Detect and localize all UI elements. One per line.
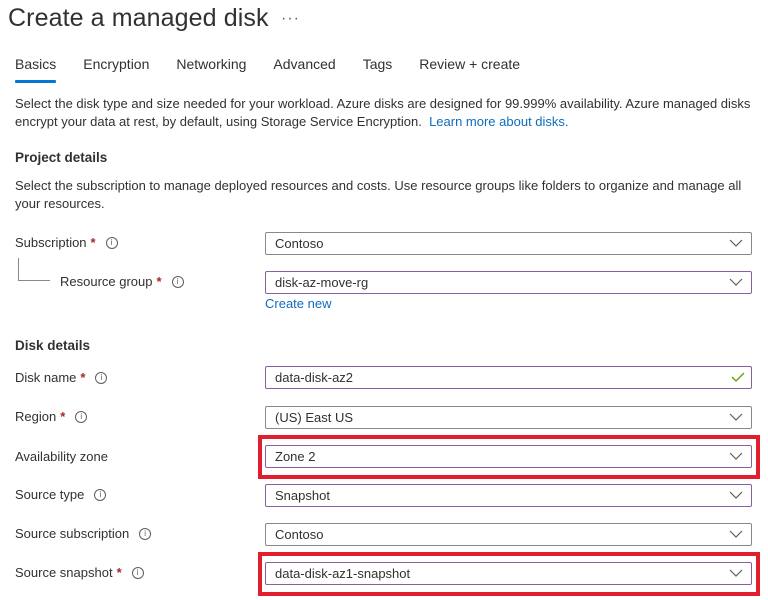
disk-name-value: data-disk-az2 [275,370,354,385]
availability-zone-label-text: Availability zone [15,449,108,464]
disk-name-label: Disk name * i [15,370,108,385]
resource-group-value: disk-az-move-rg [275,275,369,290]
page-title: Create a managed disk [8,4,269,32]
source-type-label-text: Source type [15,487,85,502]
info-icon[interactable]: i [171,275,184,288]
disk-name-input[interactable]: data-disk-az2 [265,366,752,389]
resource-group-dropdown[interactable]: disk-az-move-rg [265,271,752,294]
chevron-down-icon [729,491,743,499]
tab-tags[interactable]: Tags [363,56,393,82]
chevron-down-icon [729,239,743,247]
chevron-down-icon [729,278,743,286]
subscription-label: Subscription * i [15,235,118,250]
resource-group-label-text: Resource group [60,274,153,289]
region-label: Region * i [15,409,88,424]
region-label-text: Region [15,409,57,424]
required-marker: * [90,235,96,250]
required-marker: * [60,409,66,424]
source-type-label: Source type i [15,487,107,502]
create-new-resource-group-link[interactable]: Create new [265,296,331,311]
chevron-down-icon [729,530,743,538]
chevron-down-icon [729,452,743,460]
region-value: (US) East US [275,410,354,425]
subscription-label-text: Subscription [15,235,87,250]
info-icon[interactable]: i [75,410,88,423]
availability-zone-value: Zone 2 [275,449,316,464]
disk-name-label-text: Disk name [15,370,77,385]
tree-connector [18,280,50,281]
tab-networking[interactable]: Networking [176,56,246,82]
source-snapshot-label: Source snapshot * i [15,565,144,580]
tab-encryption[interactable]: Encryption [83,56,149,82]
availability-zone-label: Availability zone [15,449,108,464]
info-icon[interactable]: i [139,527,152,540]
tab-advanced[interactable]: Advanced [273,56,335,82]
required-marker: * [80,370,86,385]
info-icon[interactable]: i [95,371,108,384]
resource-group-label: Resource group * i [60,274,184,289]
subscription-value: Contoso [275,236,324,251]
source-subscription-label: Source subscription i [15,526,152,541]
region-dropdown[interactable]: (US) East US [265,406,752,429]
info-icon[interactable]: i [131,566,144,579]
more-options-button[interactable]: ··· [281,10,300,28]
source-type-value: Snapshot [275,488,330,503]
source-type-dropdown[interactable]: Snapshot [265,484,752,507]
tree-connector [18,258,19,280]
info-icon[interactable]: i [94,488,107,501]
required-marker: * [116,565,122,580]
learn-more-link[interactable]: Learn more about disks. [429,114,568,129]
chevron-down-icon [729,413,743,421]
chevron-down-icon [729,569,743,577]
checkmark-icon [731,372,745,382]
source-snapshot-label-text: Source snapshot [15,565,113,580]
tab-review-create[interactable]: Review + create [419,56,520,82]
source-subscription-dropdown[interactable]: Contoso [265,523,752,546]
source-snapshot-value: data-disk-az1-snapshot [275,566,411,581]
disk-details-heading: Disk details [15,338,91,353]
required-marker: * [156,274,162,289]
project-details-description: Select the subscription to manage deploy… [15,178,742,211]
tab-basics[interactable]: Basics [15,56,57,83]
project-details-heading: Project details [15,150,108,165]
source-subscription-label-text: Source subscription [15,526,130,541]
source-snapshot-dropdown[interactable]: data-disk-az1-snapshot [265,562,752,585]
tab-bar: Basics Encryption Networking Advanced Ta… [15,56,547,83]
intro-text: Select the disk type and size needed for… [15,95,760,131]
source-subscription-value: Contoso [275,527,324,542]
info-icon[interactable]: i [105,236,118,249]
subscription-dropdown[interactable]: Contoso [265,232,752,255]
intro-description: Select the disk type and size needed for… [15,96,751,129]
availability-zone-dropdown[interactable]: Zone 2 [265,445,752,468]
